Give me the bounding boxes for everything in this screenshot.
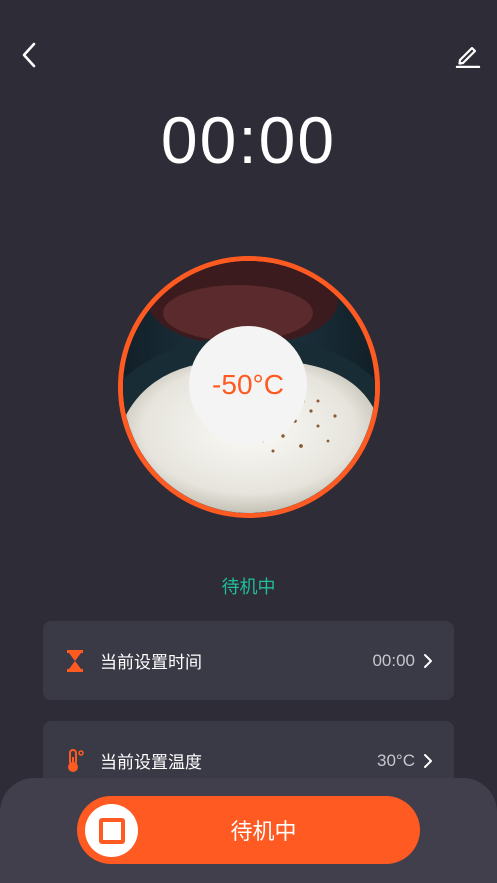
action-button-label: 待机中 [230,820,297,845]
set-temperature-value: 30°C [377,750,415,770]
set-time-value: 00:00 [372,650,415,670]
thermometer-icon [64,748,86,773]
status-label: 待机中 [221,577,276,598]
edit-button[interactable] [453,40,483,70]
chevron-left-icon [22,42,36,68]
hourglass-icon [64,649,86,673]
set-temperature-label: 当前设置温度 [100,753,202,773]
standby-action-button[interactable]: 待机中 [77,796,420,864]
chevron-right-icon [423,752,437,770]
temperature-value: -50°C [212,369,284,400]
pencil-icon [455,46,481,68]
set-time-label: 当前设置时间 [100,653,202,673]
chevron-right-icon [423,652,437,670]
current-temperature: -50°C [189,326,307,444]
device-control-screen: 00:00 -50°C 待机中 当前设置时间 00:00 当前设置温度 30°C… [0,0,497,883]
back-button[interactable] [14,40,44,70]
countdown-timer: 00:00 [160,103,337,177]
set-time-row[interactable]: 当前设置时间 00:00 [43,621,454,700]
